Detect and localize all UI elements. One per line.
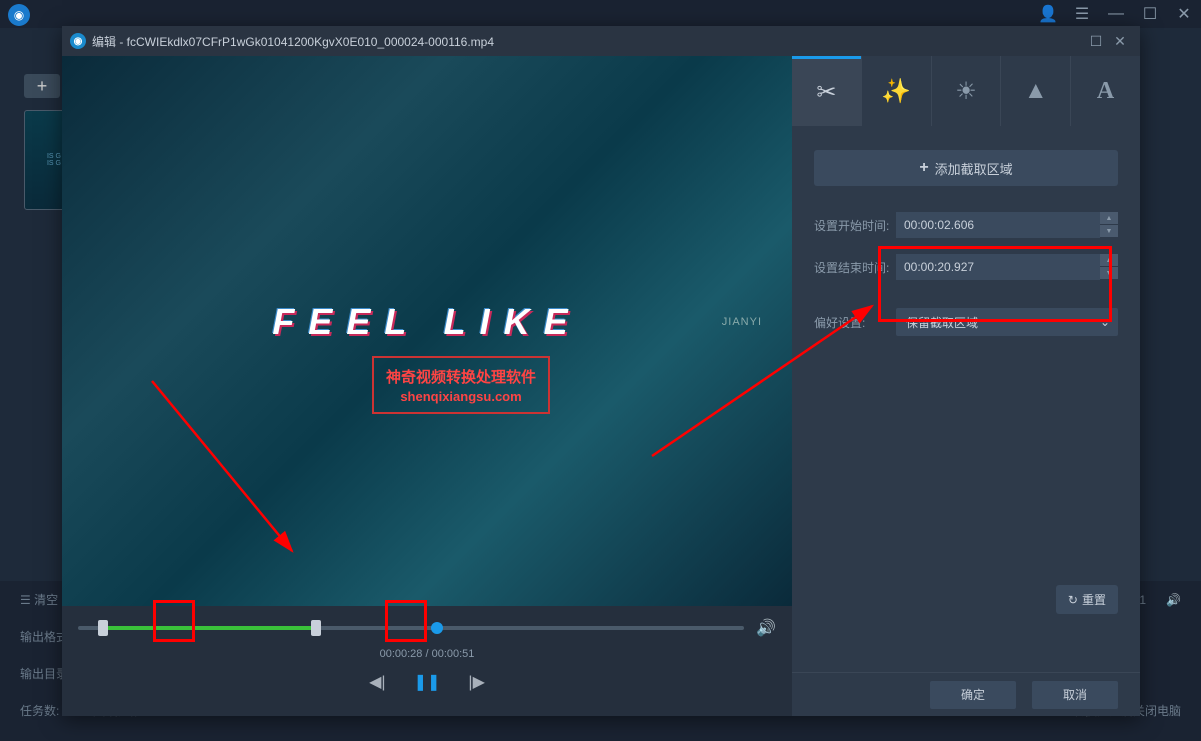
dialog-footer: 确定 取消	[792, 672, 1140, 716]
watermark-line2: shenqixiangsu.com	[386, 389, 536, 404]
timeline-selection	[98, 626, 318, 630]
timeline[interactable]	[78, 618, 744, 638]
pause-button[interactable]: ❚❚	[414, 672, 441, 692]
app-icon: ◉	[70, 33, 86, 49]
end-time-down[interactable]: ▼	[1100, 267, 1118, 280]
clear-button[interactable]: ☰ 清空	[20, 591, 58, 608]
brightness-icon: ☀	[955, 77, 977, 106]
stamp-icon: ▲	[1024, 77, 1048, 105]
close-icon[interactable]: ✕	[1175, 5, 1193, 23]
next-frame-button[interactable]: |▶	[468, 672, 484, 692]
end-time-up[interactable]: ▲	[1100, 254, 1118, 267]
video-panel: FEEL LIKE JIANYI 神奇视频转换处理软件 shenqixiangs…	[62, 56, 792, 716]
ok-button[interactable]: 确定	[930, 681, 1016, 709]
trim-start-handle[interactable]	[98, 620, 108, 636]
maximize-icon[interactable]: ☐	[1141, 5, 1159, 23]
video-controls: 🔊 00:00:28 / 00:00:51 ◀| ❚❚ |▶	[62, 606, 792, 716]
video-overlay-text: FEEL LIKE	[62, 301, 792, 343]
volume-icon[interactable]: 🔊	[756, 618, 776, 638]
wand-icon: ✨	[881, 77, 911, 106]
start-time-up[interactable]: ▲	[1100, 212, 1118, 225]
playhead[interactable]	[431, 622, 443, 634]
tab-watermark[interactable]: ▲	[1000, 56, 1070, 126]
chevron-down-icon: ⌄	[1100, 315, 1110, 329]
thumb-text: IS G	[47, 160, 61, 167]
dialog-title: 编辑 - fcCWIEkdlx07CFrP1wGk01041200KgvX0E0…	[92, 33, 1084, 50]
start-time-input[interactable]	[896, 212, 1100, 238]
video-corner-text: JIANYI	[722, 316, 762, 328]
maximize-button[interactable]: ☐	[1084, 29, 1108, 53]
watermark-box: 神奇视频转换处理软件 shenqixiangsu.com	[372, 356, 550, 414]
preference-select[interactable]: 保留截取区域 ⌄	[896, 308, 1118, 336]
menu-icon[interactable]: ☰	[1073, 5, 1091, 23]
reset-button[interactable]: ↻ 重置	[1056, 585, 1118, 614]
tab-trim[interactable]: ✂	[792, 56, 861, 126]
trim-end-handle[interactable]	[311, 620, 321, 636]
tool-content: + 添加截取区域 设置开始时间: ▲ ▼	[792, 126, 1140, 672]
refresh-icon: ↻	[1068, 593, 1078, 607]
tab-text[interactable]: A	[1070, 56, 1140, 126]
scissors-icon: ✂	[816, 78, 836, 107]
tab-effects[interactable]: ✨	[861, 56, 931, 126]
add-crop-region-button[interactable]: + 添加截取区域	[814, 150, 1118, 186]
app-logo-icon: ◉	[8, 4, 30, 26]
preference-label: 偏好设置:	[814, 314, 896, 331]
time-display: 00:00:28 / 00:00:51	[78, 648, 776, 660]
editor-dialog: ◉ 编辑 - fcCWIEkdlx07CFrP1wGk01041200KgvX0…	[62, 26, 1140, 716]
volume-icon[interactable]: 🔊	[1166, 593, 1181, 607]
minimize-icon[interactable]: —	[1107, 5, 1125, 23]
tool-tabs: ✂ ✨ ☀ ▲ A	[792, 56, 1140, 126]
text-icon: A	[1097, 78, 1114, 105]
close-button[interactable]: ✕	[1108, 29, 1132, 53]
right-panel: ✂ ✨ ☀ ▲ A + 添加截取区域 设置开始时间:	[792, 56, 1140, 716]
end-time-row: 设置结束时间: ▲ ▼	[814, 254, 1118, 280]
add-file-button[interactable]: +	[24, 74, 60, 98]
thumb-text: IS G	[47, 153, 61, 160]
end-time-label: 设置结束时间:	[814, 259, 896, 276]
main-titlebar: 👤 ☰ — ☐ ✕	[0, 0, 1201, 28]
tab-adjust[interactable]: ☀	[931, 56, 1001, 126]
start-time-label: 设置开始时间:	[814, 217, 896, 234]
plus-icon: +	[919, 159, 928, 177]
end-time-input[interactable]	[896, 254, 1100, 280]
cancel-button[interactable]: 取消	[1032, 681, 1118, 709]
prev-frame-button[interactable]: ◀|	[369, 672, 385, 692]
preference-row: 偏好设置: 保留截取区域 ⌄	[814, 308, 1118, 336]
start-time-down[interactable]: ▼	[1100, 225, 1118, 238]
start-time-row: 设置开始时间: ▲ ▼	[814, 212, 1118, 238]
watermark-line1: 神奇视频转换处理软件	[386, 366, 536, 387]
video-preview: FEEL LIKE JIANYI 神奇视频转换处理软件 shenqixiangs…	[62, 56, 792, 606]
user-icon[interactable]: 👤	[1039, 5, 1057, 23]
editor-titlebar: ◉ 编辑 - fcCWIEkdlx07CFrP1wGk01041200KgvX0…	[62, 26, 1140, 56]
